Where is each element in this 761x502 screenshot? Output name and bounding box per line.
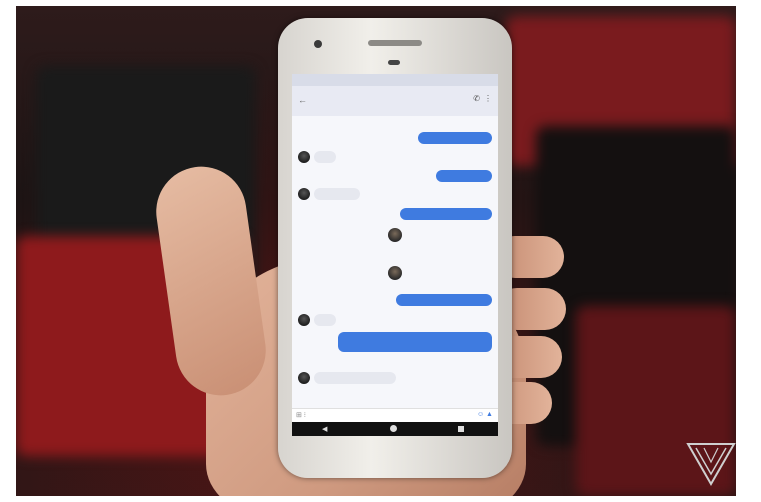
photo: ← ✆ ⋮ ⊞ ⁝ ☺ ▲ ◀ <box>16 6 736 496</box>
shared-contact-photo[interactable] <box>388 228 402 242</box>
phone-icon[interactable]: ✆ <box>473 94 480 103</box>
status-bar <box>292 74 498 86</box>
more-vert-icon[interactable]: ⋮ <box>484 94 492 103</box>
message-list <box>292 116 498 408</box>
message-bubble-incoming[interactable] <box>314 188 360 200</box>
message-bubble-incoming[interactable] <box>314 314 336 326</box>
back-arrow-icon[interactable]: ← <box>298 95 307 105</box>
nav-home-icon[interactable] <box>390 425 397 432</box>
verge-triangle-logo-icon <box>686 443 736 487</box>
contact-avatar <box>298 314 310 326</box>
message-bubble-outgoing[interactable] <box>418 132 492 144</box>
contact-avatar <box>298 372 310 384</box>
front-camera <box>314 40 322 48</box>
contact-avatar <box>298 188 310 200</box>
message-bubble-incoming[interactable] <box>314 372 396 384</box>
message-bubble-incoming[interactable] <box>314 151 336 163</box>
contact-avatar <box>298 151 310 163</box>
message-bubble-outgoing[interactable] <box>396 294 492 306</box>
message-bubble-outgoing[interactable] <box>338 332 492 352</box>
phone-screen: ← ✆ ⋮ ⊞ ⁝ ☺ ▲ ◀ <box>292 74 498 436</box>
nav-recents-icon[interactable] <box>458 426 464 432</box>
proximity-sensor <box>388 60 400 65</box>
shared-contact-photo[interactable] <box>388 266 402 280</box>
send-icon[interactable]: ☺ ▲ <box>477 411 493 418</box>
nav-back-icon[interactable]: ◀ <box>322 425 327 433</box>
earpiece-speaker <box>368 40 422 46</box>
attach-icon[interactable]: ⊞ ⁝ <box>296 411 306 419</box>
message-composer[interactable]: ⊞ ⁝ ☺ ▲ <box>292 408 498 423</box>
message-bubble-outgoing[interactable] <box>400 208 492 220</box>
smartphone: ← ✆ ⋮ ⊞ ⁝ ☺ ▲ ◀ <box>278 18 512 478</box>
conversation-app-bar: ← ✆ ⋮ <box>292 86 498 116</box>
android-nav-bar: ◀ <box>292 422 498 436</box>
message-bubble-outgoing[interactable] <box>436 170 492 182</box>
